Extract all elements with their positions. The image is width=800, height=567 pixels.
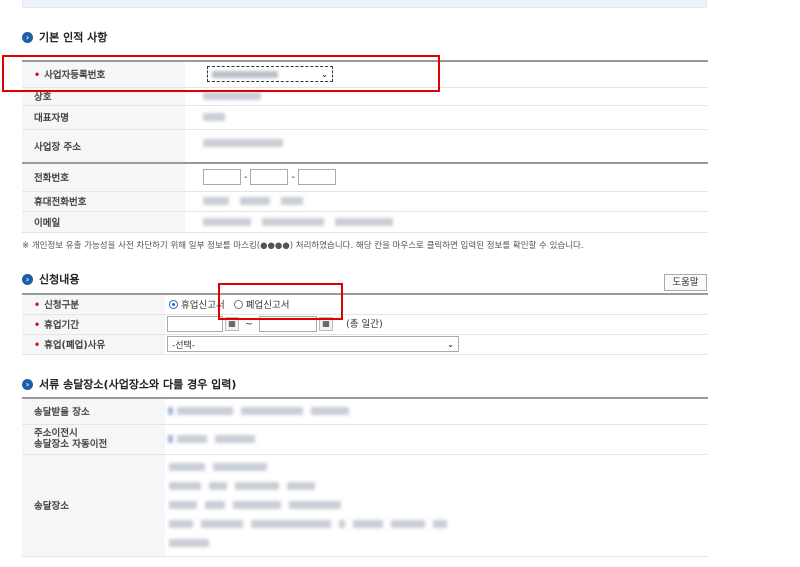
- phone-label: 전화번호: [22, 162, 185, 192]
- section-delivery-title: › 서류 송달장소(사업장소와 다를 경우 입력): [22, 376, 236, 392]
- reason-select[interactable]: -선택- ⌄: [167, 336, 459, 352]
- request-type-label: • 신청구분: [22, 293, 165, 315]
- delivery-place-label: 송달받을 장소: [22, 397, 165, 425]
- auto-move-value-1[interactable]: [177, 435, 207, 443]
- masking-notice: ※ 개인정보 유출 가능성을 사전 차단하기 위해 일부 정보를 마스킹(●●●…: [22, 241, 584, 251]
- section-request-label: 신청내용: [39, 273, 80, 286]
- email-value-1[interactable]: [203, 217, 251, 226]
- address-label: 사업장 주소: [22, 129, 185, 164]
- mobile-label: 휴대전화번호: [22, 191, 185, 212]
- row-request-type: • 신청구분 휴업신고서 폐업신고서: [22, 293, 708, 315]
- row-delivery-address: 송달장소: [22, 454, 708, 557]
- delivery-place-value-1[interactable]: [177, 407, 233, 416]
- phone-part1-input[interactable]: [203, 169, 241, 186]
- row-reason: • 휴업(폐업)사유 -선택- ⌄: [22, 334, 708, 355]
- delivery-address-label: 송달장소: [22, 454, 165, 557]
- phone-part2-input[interactable]: [250, 169, 289, 186]
- phone-dash-2: -: [291, 171, 295, 183]
- ceo-value[interactable]: [203, 113, 225, 121]
- highlight-biz-reg: [2, 55, 440, 92]
- auto-move-label: 주소이전시 송달장소 자동이전: [22, 424, 165, 455]
- request-table: • 신청구분 휴업신고서 폐업신고서 • 휴업기간 ▦ ~ ▦ (총 일간) • 휴업…: [22, 293, 708, 355]
- mobile-value-2[interactable]: [240, 197, 271, 205]
- reason-label: • 휴업(폐업)사유: [22, 334, 165, 355]
- ceo-label: 대표자명: [22, 105, 185, 130]
- row-auto-move: 주소이전시 송달장소 자동이전: [22, 424, 708, 455]
- phone-dash-1: -: [244, 171, 248, 183]
- email-value-2[interactable]: [262, 217, 325, 226]
- section-bullet-icon: ›: [22, 31, 33, 43]
- help-button[interactable]: 도움말: [664, 274, 707, 291]
- period-total-days: (총 일간): [346, 318, 383, 330]
- period-start-input[interactable]: [167, 316, 223, 333]
- address-value[interactable]: [203, 139, 283, 147]
- row-email: 이메일: [22, 211, 708, 233]
- auto-move-value-2[interactable]: [215, 435, 255, 443]
- mobile-value-3[interactable]: [281, 197, 304, 205]
- mobile-value-1[interactable]: [203, 197, 229, 205]
- trade-name-value[interactable]: [203, 92, 261, 100]
- section-basic-label: 기본 인적 사항: [39, 31, 108, 44]
- radio-selected-icon: [169, 299, 178, 309]
- row-mobile: 휴대전화번호: [22, 191, 708, 212]
- delivery-place-value-3[interactable]: [311, 407, 349, 416]
- section-basic-title: › 기본 인적 사항: [22, 29, 107, 45]
- period-separator: ~: [245, 318, 253, 330]
- top-info-box: [22, 0, 707, 8]
- delivery-place-value-2[interactable]: [241, 407, 303, 416]
- row-address: 사업장 주소: [22, 129, 708, 164]
- section-request-title: › 신청내용: [22, 271, 79, 287]
- chevron-down-icon: ⌄: [447, 339, 454, 349]
- phone-part3-input[interactable]: [297, 169, 336, 186]
- delivery-address-value[interactable]: [165, 454, 708, 557]
- email-label: 이메일: [22, 211, 185, 233]
- period-label: • 휴업기간: [22, 314, 165, 335]
- row-period: • 휴업기간 ▦ ~ ▦ (총 일간): [22, 314, 708, 335]
- row-phone: 전화번호 - -: [22, 162, 708, 192]
- radio-temp-closure[interactable]: 휴업신고서: [169, 297, 225, 311]
- email-value-3[interactable]: [335, 217, 394, 226]
- section-delivery-label: 서류 송달장소(사업장소와 다를 경우 입력): [39, 378, 237, 391]
- row-ceo: 대표자명: [22, 105, 708, 130]
- highlight-perm-closure: [218, 283, 343, 320]
- section-bullet-icon: ›: [22, 273, 33, 285]
- delivery-table: 송달받을 장소 주소이전시 송달장소 자동이전 송달장소: [22, 397, 708, 557]
- section-bullet-icon: ›: [22, 378, 33, 390]
- row-delivery-place: 송달받을 장소: [22, 397, 708, 425]
